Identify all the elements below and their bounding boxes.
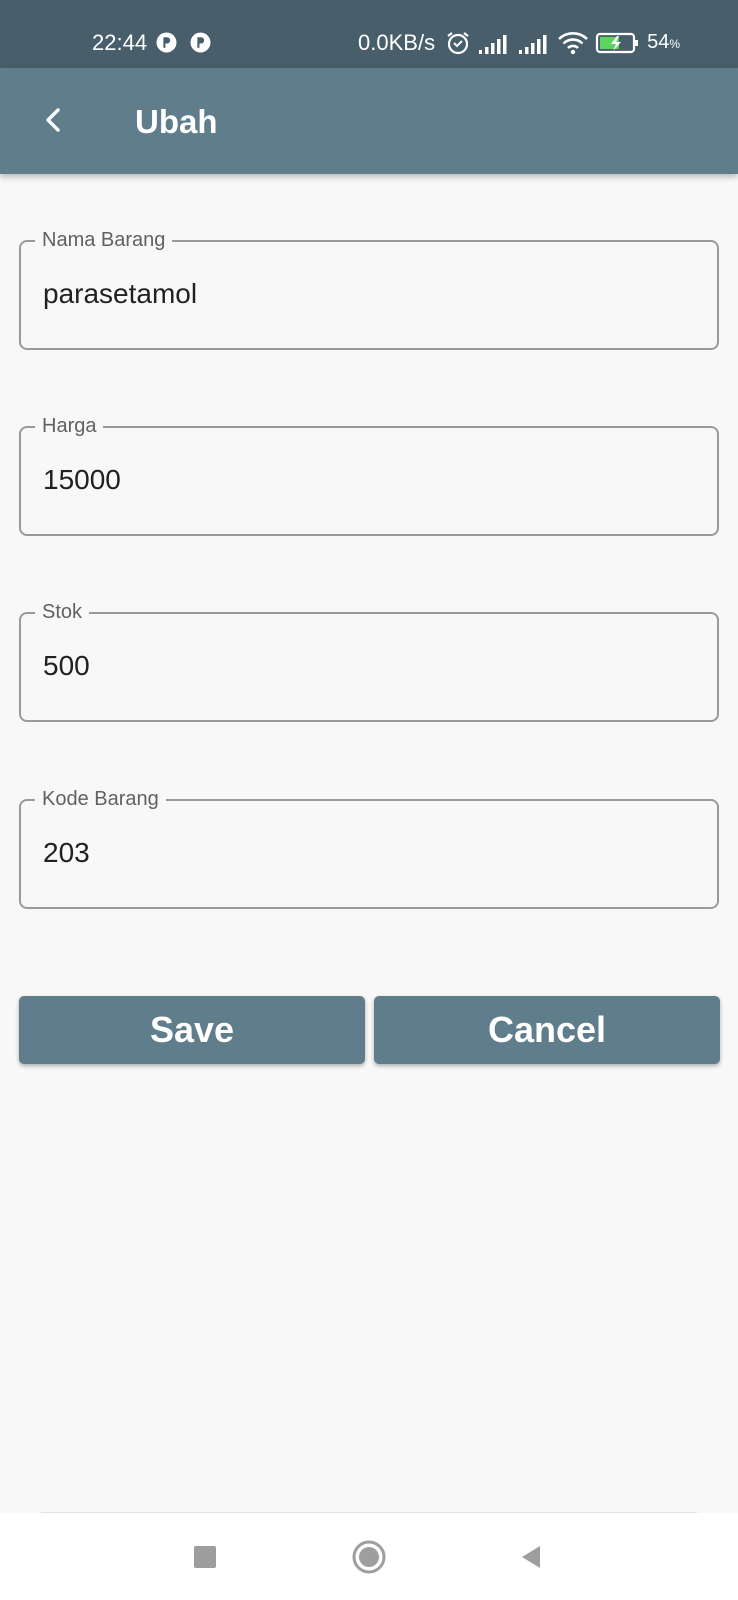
kode-barang-field[interactable]: Kode Barang — [19, 786, 719, 909]
status-icons: 0.0KB/s 54% — [358, 28, 680, 58]
kode-barang-input[interactable] — [43, 835, 695, 871]
status-bar: 22:44 0.0KB/s 54% — [0, 0, 738, 68]
back-button[interactable] — [28, 94, 80, 146]
home-circle-icon — [352, 1540, 386, 1574]
alarm-icon — [447, 32, 469, 55]
battery-percent: 54% — [647, 31, 680, 53]
harga-field[interactable]: Harga — [19, 413, 719, 536]
back-triangle-icon — [522, 1546, 540, 1568]
field-label: Kode Barang — [35, 786, 166, 812]
battery-charging-icon — [595, 32, 639, 54]
network-speed: 0.0KB/s — [358, 30, 436, 55]
recents-button[interactable] — [183, 1535, 227, 1579]
stok-input[interactable] — [43, 648, 695, 684]
home-button[interactable] — [347, 1535, 391, 1579]
signal-icon — [479, 35, 507, 54]
signal-icon — [519, 35, 547, 54]
save-button[interactable]: Save — [19, 996, 365, 1064]
field-label: Nama Barang — [35, 227, 173, 253]
wifi-icon — [558, 32, 588, 55]
recents-square-icon — [194, 1546, 216, 1568]
system-nav-bar — [0, 1513, 738, 1600]
page-title: Ubah — [135, 103, 218, 140]
nama-barang-input[interactable] — [43, 276, 695, 312]
chevron-left-icon — [46, 108, 60, 132]
app-bar: Ubah — [0, 68, 738, 174]
app-notification-icon — [156, 32, 177, 53]
nama-barang-field[interactable]: Nama Barang — [19, 227, 719, 350]
stok-field[interactable]: Stok — [19, 599, 719, 722]
status-time: 22:44 — [92, 30, 148, 55]
nav-back-button[interactable] — [509, 1535, 553, 1579]
field-label: Harga — [35, 413, 104, 439]
app-notification-icon — [190, 32, 211, 53]
harga-input[interactable] — [43, 462, 695, 498]
field-label: Stok — [35, 599, 90, 625]
cancel-button[interactable]: Cancel — [374, 996, 720, 1064]
